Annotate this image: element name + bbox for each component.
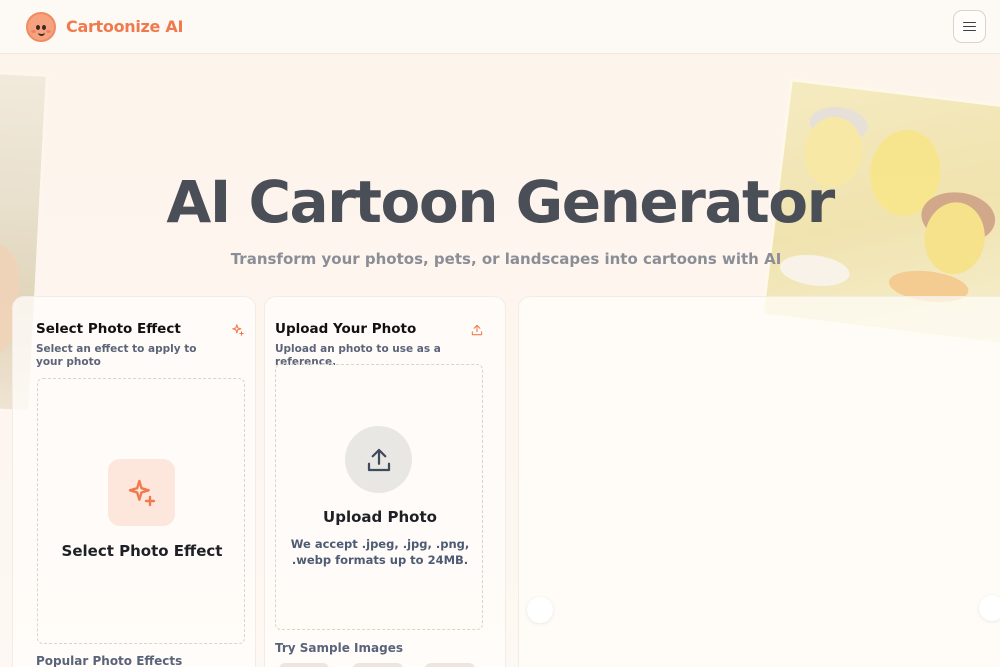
smiling-face-logo-icon[interactable] <box>26 11 56 42</box>
select-effect-panel: Select Photo Effect Select an effect to … <box>12 296 256 667</box>
menu-button[interactable] <box>953 10 986 43</box>
upload-photo-dropzone[interactable]: Upload Photo We accept .jpeg, .jpg, .png… <box>275 364 483 630</box>
upload-icon <box>471 324 483 336</box>
sample-image-thumbnail[interactable] <box>425 663 475 667</box>
sample-image-thumbnail[interactable] <box>279 663 329 667</box>
effect-panel-description: Select an effect to apply to your photo <box>36 343 197 368</box>
sparkles-icon-box <box>108 459 175 526</box>
sparkles-icon <box>128 479 155 506</box>
page-title: AI Cartoon Generator <box>166 168 835 236</box>
upload-icon <box>367 448 390 471</box>
upload-photo-panel: Upload Your Photo Upload an photo to use… <box>264 296 506 667</box>
sample-image-thumbnail[interactable] <box>353 663 403 667</box>
select-effect-label: Select Photo Effect <box>61 542 223 560</box>
result-preview-panel <box>518 296 1000 667</box>
upload-format-hint: We accept .jpeg, .jpg, .png, .webp forma… <box>290 537 470 567</box>
upload-photo-label: Upload Photo <box>323 508 437 526</box>
effect-panel-title: Select Photo Effect <box>36 321 181 337</box>
sample-images-label: Try Sample Images <box>275 641 403 655</box>
chevron-right-icon[interactable] <box>979 595 1000 621</box>
page-subtitle: Transform your photos, pets, or landscap… <box>230 250 782 268</box>
upload-icon-circle <box>345 426 412 493</box>
sparkles-icon <box>232 324 244 336</box>
popular-effects-label: Popular Photo Effects <box>36 654 183 667</box>
upload-panel-title: Upload Your Photo <box>275 321 417 337</box>
brand-name[interactable]: Cartoonize AI <box>66 17 183 36</box>
chevron-left-icon[interactable] <box>527 597 553 623</box>
select-effect-dropzone[interactable]: Select Photo Effect <box>37 378 245 644</box>
top-header: Cartoonize AI <box>0 0 1000 54</box>
hamburger-icon <box>963 21 976 32</box>
